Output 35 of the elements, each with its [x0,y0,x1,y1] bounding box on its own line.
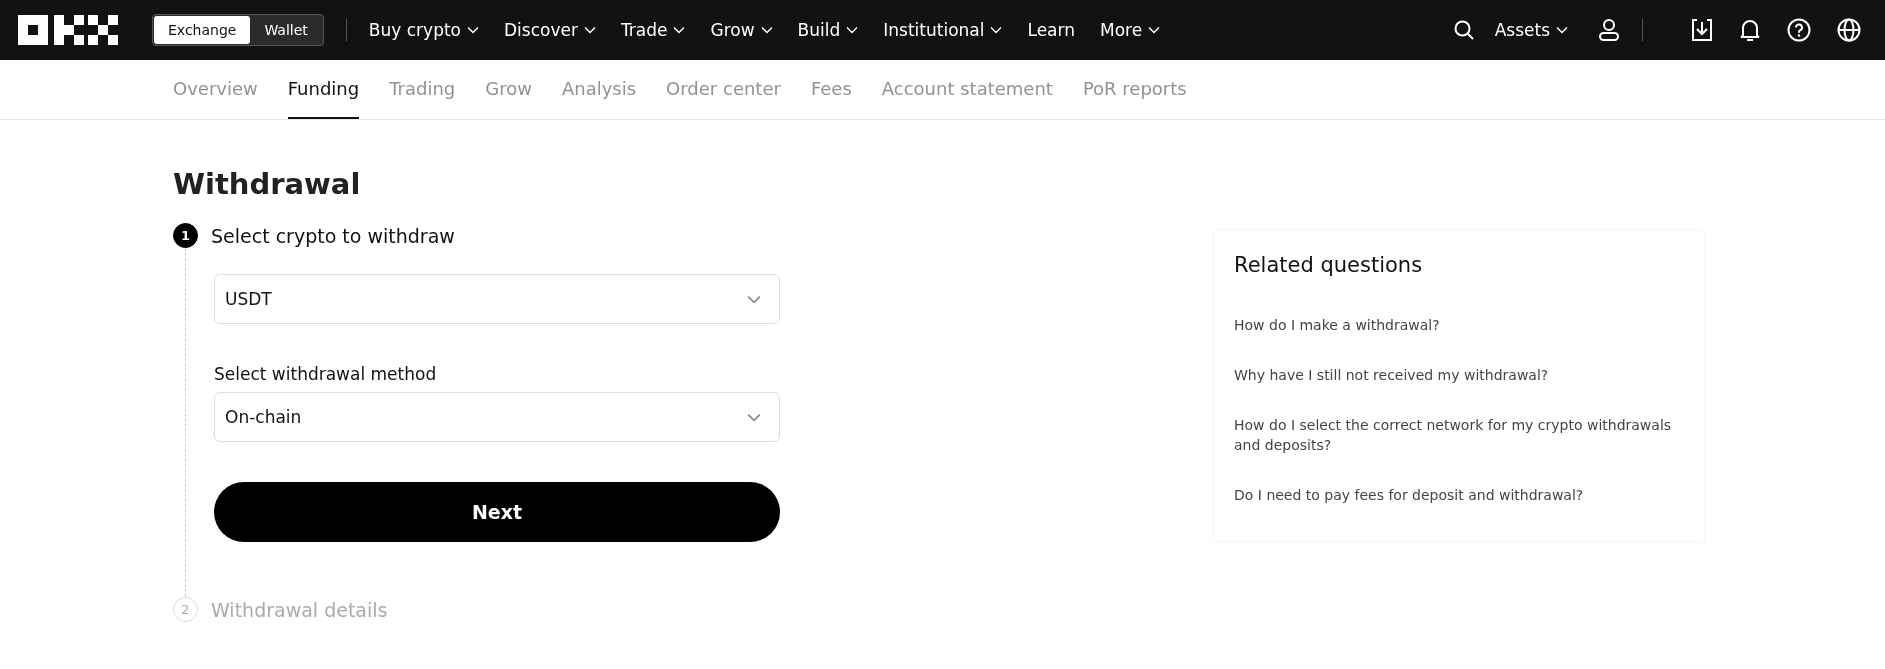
search-icon[interactable] [1452,19,1475,41]
field-label: Select withdrawal method [214,364,438,384]
crypto-select[interactable]: USDT [214,274,780,324]
nav-link[interactable]: Buy crypto [368,20,461,40]
card-title: Related questions [1234,253,1424,277]
nav-link[interactable]: Discover [504,20,578,40]
nav-link[interactable]: Grow [710,20,755,40]
question-link[interactable]: How do I make a withdrawal? [1234,315,1684,335]
nav-link[interactable]: More [1099,20,1143,40]
bell-icon[interactable] [1739,18,1761,42]
nav-link[interactable]: Institutional [883,20,985,40]
question-link[interactable]: Why have I still not received my withdrawal? [1234,365,1684,385]
method-select[interactable]: On-chain [214,392,780,442]
caret-icon [747,294,761,304]
checkered-logo[interactable] [18,15,118,45]
step-title: Select crypto to withdraw [211,224,455,247]
question-link[interactable]: Do I need to pay fees for deposit and withdrawal? [1234,485,1684,505]
mode-tab[interactable]: Exchange [154,16,251,44]
nav-link[interactable]: Build [797,20,841,40]
question-link[interactable]: How do I select the correct network for my crypto withdrawals and deposits? [1234,415,1684,455]
step-number: 1 [173,223,198,248]
nav-link[interactable]: Trade [620,20,668,40]
step-number: 2 [173,597,198,622]
next-button[interactable]: Next [214,482,780,542]
download-icon[interactable] [1691,18,1713,42]
page-title: Withdrawal [173,167,362,201]
step-title: Withdrawal details [211,598,388,621]
mode-tab[interactable]: Wallet [250,16,322,44]
globe-icon[interactable] [1837,18,1861,42]
caret-icon [747,412,761,422]
help-icon[interactable] [1787,18,1811,42]
user-icon[interactable] [1598,18,1620,42]
tab[interactable]: Funding [287,60,360,119]
nav-link[interactable]: Learn [1027,20,1075,40]
nav-link[interactable]: Assets [1494,20,1550,40]
